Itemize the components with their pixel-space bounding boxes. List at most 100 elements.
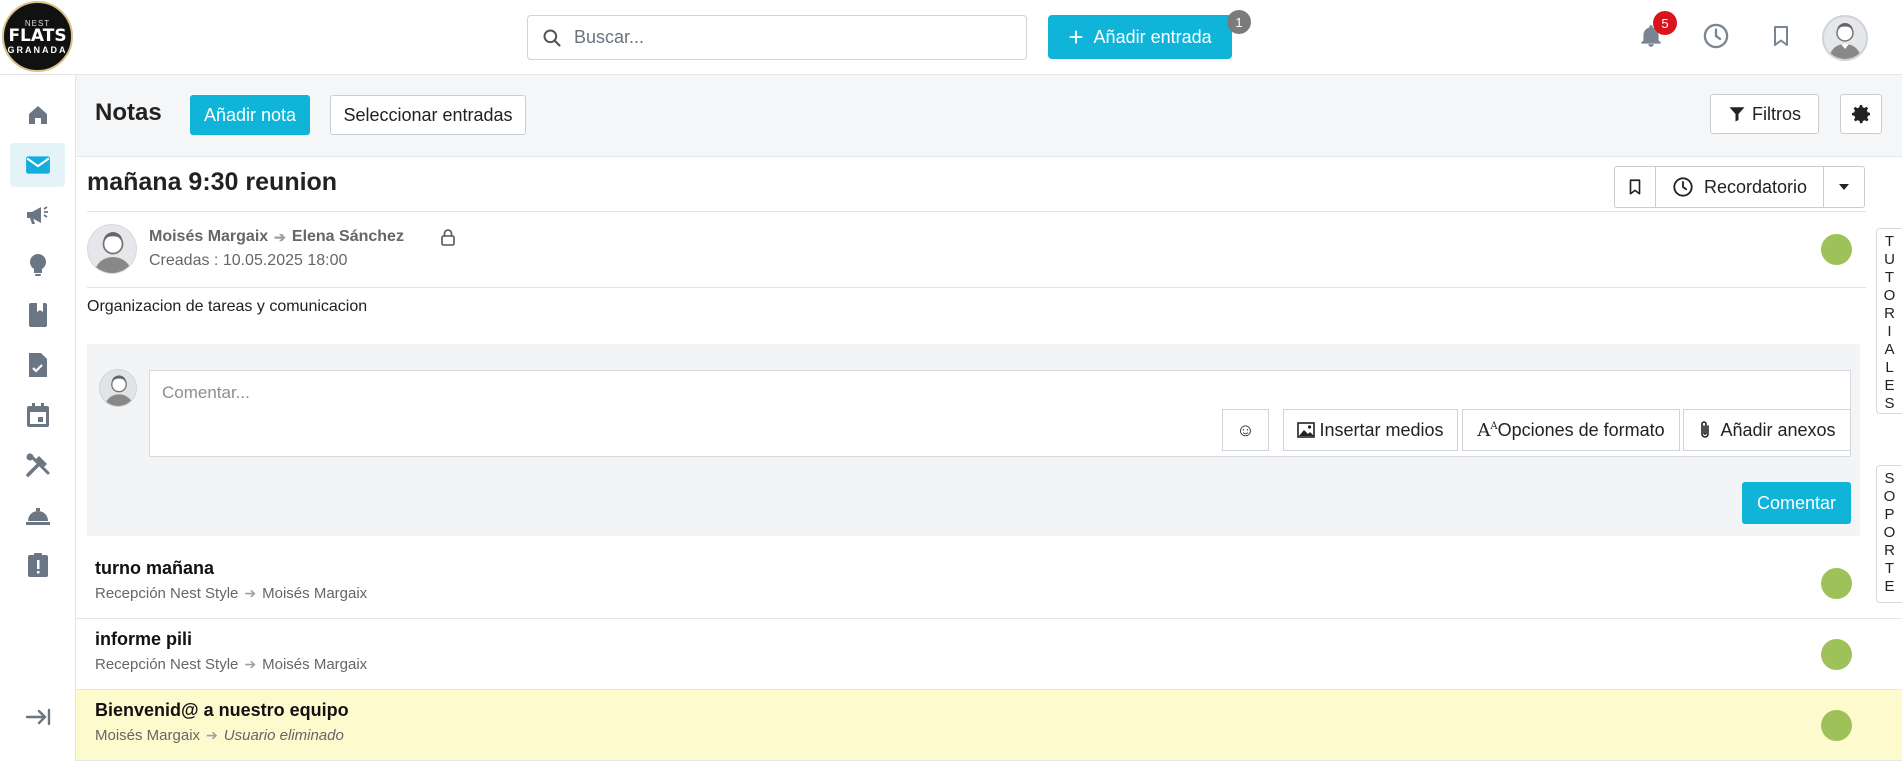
service-bell-icon — [25, 508, 50, 525]
sidebar-item-ideas[interactable] — [10, 243, 65, 287]
text-format-icon: AA — [1477, 419, 1498, 441]
user-avatar[interactable] — [1822, 15, 1868, 61]
note-status-dot — [1821, 234, 1852, 265]
divider — [87, 211, 1866, 212]
page-title: Notas — [95, 99, 162, 126]
list-item-meta: Recepción Nest Style ➔ Moisés Margaix — [95, 656, 367, 673]
divider — [87, 287, 1866, 288]
comment-placeholder: Comentar... — [162, 383, 250, 402]
sidebar-item-logout[interactable] — [10, 695, 65, 739]
sidebar-item-book[interactable] — [10, 293, 65, 337]
list-item-status-dot — [1821, 710, 1852, 741]
format-options-button[interactable]: AA Opciones de formato — [1462, 409, 1680, 451]
select-entries-button[interactable]: Seleccionar entradas — [330, 95, 526, 135]
search-input[interactable]: Buscar... — [527, 15, 1027, 60]
bookmark-icon[interactable] — [1766, 20, 1796, 52]
tools-icon — [25, 453, 49, 477]
submit-comment-button[interactable]: Comentar — [1742, 482, 1851, 524]
arrow-right-icon: ➔ — [244, 656, 257, 672]
gear-icon — [1852, 105, 1870, 124]
add-attachments-label: Añadir anexos — [1720, 419, 1836, 440]
note-body: Organizacion de tareas y comunicacion — [87, 298, 368, 315]
sidebar — [0, 75, 76, 761]
list-item-to: Moisés Margaix — [262, 585, 368, 602]
note-author-line: Moisés Margaix ➔ Elena Sánchez — [149, 228, 404, 246]
list-item[interactable]: Bienvenid@ a nuestro equipo Moisés Marga… — [76, 690, 1902, 761]
add-entry-count-badge: 1 — [1227, 10, 1251, 34]
list-item-title: Bienvenid@ a nuestro equipo — [95, 700, 349, 720]
list-item[interactable]: informe pili Recepción Nest Style ➔ Mois… — [76, 619, 1902, 690]
note-author[interactable]: Moisés Margaix — [149, 228, 268, 246]
reminder-dropdown-button[interactable] — [1823, 166, 1865, 208]
plus-icon: + — [1068, 22, 1084, 52]
top-bar: NEST FLATS GRANADA Buscar... + Añadir en… — [0, 0, 1902, 75]
mail-icon — [25, 156, 50, 174]
book-icon — [28, 303, 47, 327]
clock-icon[interactable] — [1701, 20, 1731, 52]
insert-media-label: Insertar medios — [1319, 419, 1444, 440]
list-item-meta: Recepción Nest Style ➔ Moisés Margaix — [95, 585, 367, 602]
tutorials-tab-label: T U T O R I A L E S — [1883, 233, 1896, 412]
bookmark-icon — [1629, 179, 1641, 195]
insert-media-button[interactable]: Insertar medios — [1283, 409, 1458, 451]
note-bookmark-button[interactable] — [1614, 166, 1656, 208]
sidebar-item-service[interactable] — [10, 493, 65, 537]
logo-line-3: GRANADA — [7, 44, 68, 55]
settings-button[interactable] — [1840, 94, 1882, 134]
megaphone-icon — [26, 206, 48, 224]
sidebar-item-home[interactable] — [10, 93, 65, 137]
emoji-button[interactable]: ☺ — [1222, 409, 1269, 451]
list-item-to: Usuario eliminado — [223, 727, 344, 744]
sidebar-item-announcements[interactable] — [10, 193, 65, 237]
lightbulb-icon — [29, 254, 46, 276]
list-item-title: informe pili — [95, 629, 193, 649]
sidebar-item-calendar[interactable] — [10, 393, 65, 437]
note-title: mañana 9:30 reunion — [87, 168, 338, 196]
comment-input[interactable]: Comentar... ☺ Insertar medios AA Opcione… — [149, 370, 1851, 457]
format-options-label: Opciones de formato — [1497, 419, 1665, 440]
caret-down-icon — [1839, 184, 1849, 190]
list-item-from: Moisés Margaix — [95, 727, 201, 744]
sidebar-item-mail[interactable] — [10, 143, 65, 187]
nest-flats-logo[interactable]: NEST FLATS GRANADA — [2, 1, 73, 72]
author-avatar — [87, 224, 137, 274]
list-item-from: Recepción Nest Style — [95, 656, 239, 673]
note-recipient[interactable]: Elena Sánchez — [292, 228, 404, 246]
reminder-button[interactable]: Recordatorio — [1655, 166, 1824, 208]
sidebar-item-alerts[interactable] — [10, 543, 65, 587]
list-item[interactable]: turno mañana Recepción Nest Style ➔ Mois… — [76, 548, 1902, 619]
list-item-status-dot — [1821, 568, 1852, 599]
calendar-icon — [26, 403, 49, 427]
file-check-icon — [28, 353, 47, 377]
sidebar-item-tools[interactable] — [10, 443, 65, 487]
add-note-button[interactable]: Añadir nota — [190, 95, 310, 135]
notes-header: Notas Añadir nota Seleccionar entradas F… — [76, 75, 1902, 157]
clipboard-alert-icon — [27, 553, 48, 577]
clock-icon — [1673, 177, 1693, 197]
add-entry-label: Añadir entrada — [1093, 26, 1212, 47]
logout-arrow-icon — [25, 708, 50, 726]
logo-line-2: FLATS — [8, 25, 67, 46]
commenter-avatar — [99, 369, 137, 407]
arrow-right-icon: ➔ — [206, 727, 218, 743]
image-icon — [1297, 422, 1316, 438]
list-item-title: turno mañana — [95, 558, 215, 578]
support-tab-label: S O P O R T E — [1883, 470, 1896, 595]
filters-button[interactable]: Filtros — [1710, 94, 1819, 134]
add-entry-button[interactable]: + Añadir entrada — [1048, 15, 1232, 59]
support-tab[interactable]: S O P O R T E — [1876, 465, 1902, 603]
paperclip-icon — [1701, 421, 1710, 438]
notifications-badge: 5 — [1653, 11, 1677, 35]
filter-icon — [1729, 107, 1745, 122]
search-placeholder: Buscar... — [574, 27, 645, 47]
sidebar-item-tasks[interactable] — [10, 343, 65, 387]
tutorials-tab[interactable]: T U T O R I A L E S — [1876, 228, 1902, 414]
comment-section: Comentar... ☺ Insertar medios AA Opcione… — [87, 344, 1860, 536]
search-icon — [542, 28, 562, 48]
list-item-meta: Moisés Margaix ➔ Usuario eliminado — [95, 727, 344, 744]
emoji-icon: ☺ — [1236, 419, 1255, 440]
filters-label: Filtros — [1752, 103, 1801, 124]
reminder-label: Recordatorio — [1703, 176, 1808, 197]
add-attachments-button[interactable]: Añadir anexos — [1683, 409, 1851, 451]
note-created-date: Creadas : 10.05.2025 18:00 — [149, 252, 348, 269]
